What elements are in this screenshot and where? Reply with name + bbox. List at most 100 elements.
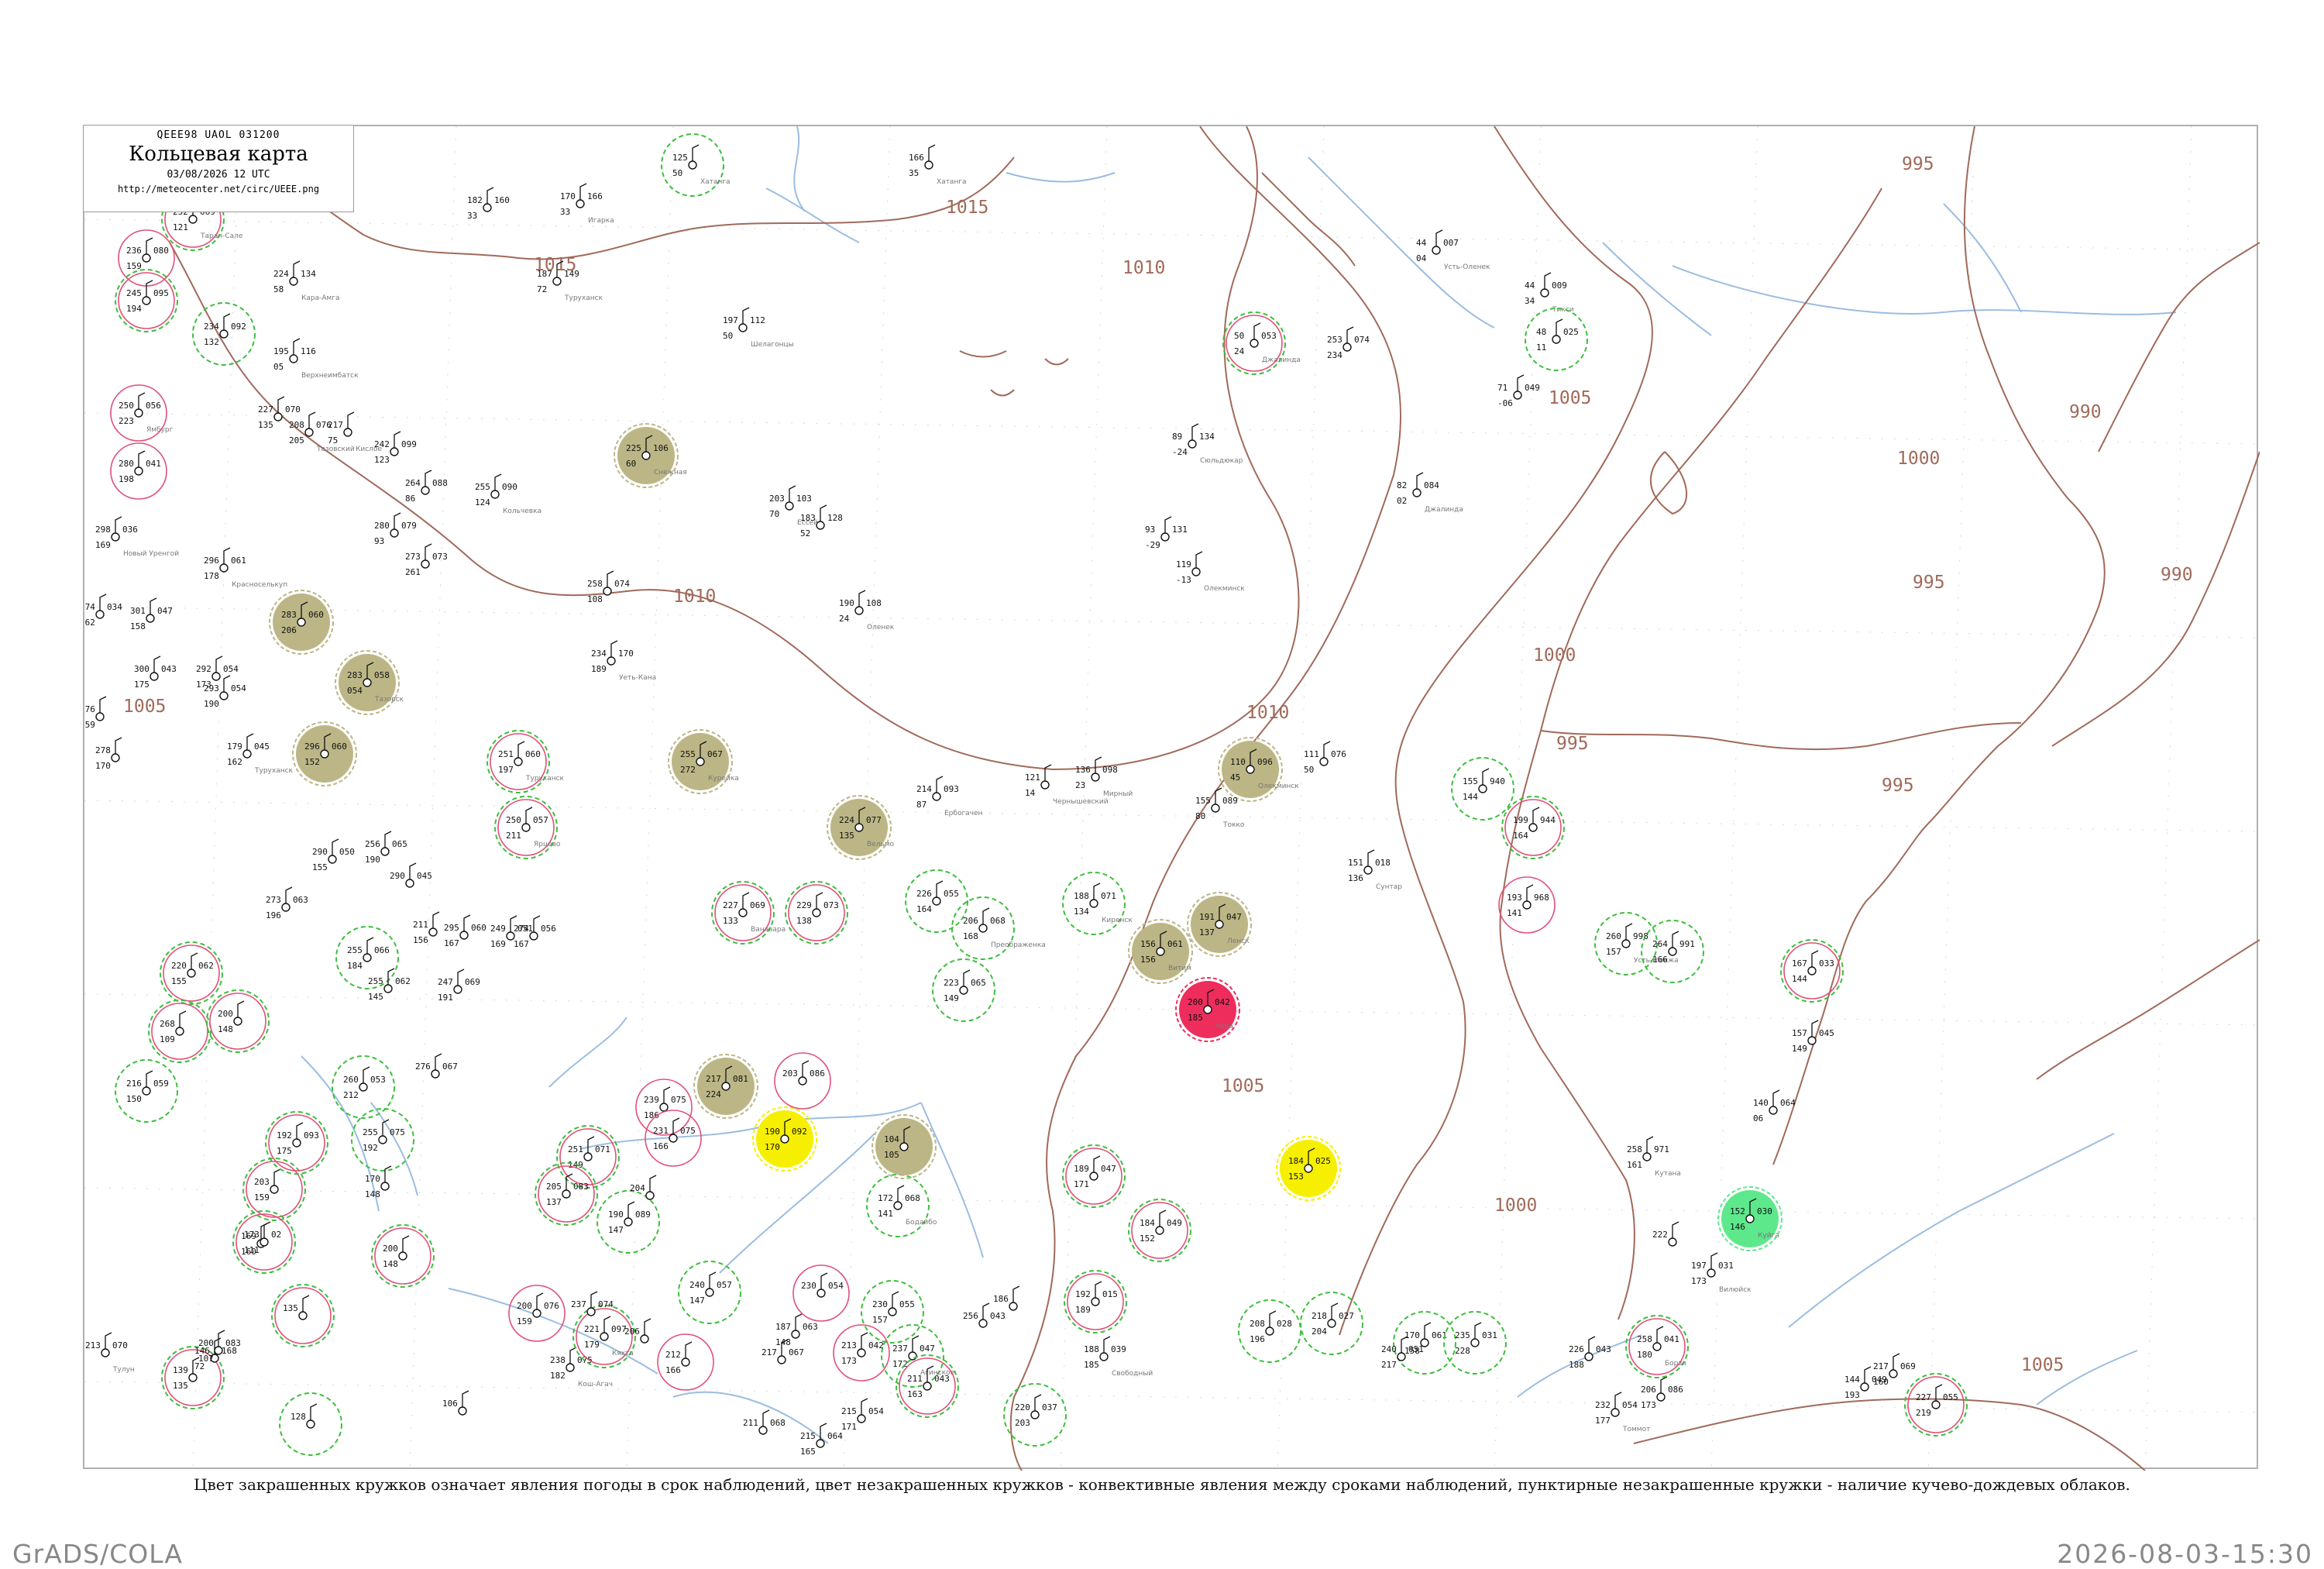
station-marker[interactable]: 229 073 138 xyxy=(785,881,848,944)
station-marker[interactable]: 240 057 147 xyxy=(678,1261,741,1324)
station-marker[interactable]: 253 074 234 xyxy=(1327,326,1370,360)
station-marker[interactable]: 197 112 50 Шелагонцы xyxy=(723,307,794,349)
station-marker[interactable]: 226 043 188 xyxy=(1569,1336,1611,1370)
station-marker[interactable]: 106 xyxy=(442,1390,469,1416)
station-marker[interactable]: 255 062 145 xyxy=(368,968,411,1002)
station-marker[interactable]: 183 128 52 xyxy=(800,504,843,538)
station-marker[interactable]: 144 049 193 xyxy=(1844,1366,1887,1400)
station-marker[interactable]: 156 061 156 Витим xyxy=(1128,919,1193,984)
station-marker[interactable]: 212 166 xyxy=(657,1333,714,1391)
station-marker[interactable]: 230 054 xyxy=(792,1264,850,1322)
station-marker[interactable]: 255 066 184 xyxy=(335,926,399,989)
station-marker[interactable]: 213 070 Тулун xyxy=(85,1332,135,1374)
station-marker[interactable]: 151 018 136 Сунтар xyxy=(1348,849,1402,891)
station-marker[interactable]: 172 068 141 Бодайбо xyxy=(866,1174,937,1237)
station-marker[interactable]: 214 093 87 Ербогачен xyxy=(916,776,983,817)
station-marker[interactable]: 255 090 124 Кольчевка xyxy=(475,473,541,515)
station-marker[interactable]: 184 049 152 xyxy=(1128,1199,1191,1262)
station-marker[interactable]: 234 092 132 xyxy=(192,302,256,366)
station-marker[interactable]: 218 027 204 xyxy=(1300,1292,1363,1355)
station-marker[interactable]: 190 092 170 xyxy=(752,1106,817,1172)
station-marker[interactable]: 213 042 173 xyxy=(833,1324,890,1381)
station-marker[interactable]: 157 045 149 xyxy=(1792,1020,1834,1054)
station-marker[interactable]: 264 991 166 xyxy=(1641,920,1704,983)
station-marker[interactable]: 290 050 155 xyxy=(312,838,355,872)
station-marker[interactable]: 290 045 xyxy=(390,862,432,888)
station-marker[interactable]: 227 055 219 xyxy=(1904,1373,1968,1437)
station-marker[interactable]: 44 007 04 Усть-Оленек xyxy=(1416,229,1490,271)
station-marker[interactable]: 217 081 224 xyxy=(693,1054,758,1119)
station-marker[interactable]: 190 108 24 Оленек xyxy=(839,590,895,631)
station-marker[interactable]: 234 170 189 Уеть-Кана xyxy=(591,640,656,682)
station-marker[interactable]: 211 068 xyxy=(743,1409,786,1435)
station-marker[interactable]: 274 034 262 xyxy=(84,594,122,628)
station-marker[interactable]: 192 015 189 xyxy=(1064,1270,1127,1333)
station-marker[interactable]: 211 156 xyxy=(413,911,440,945)
station-marker[interactable]: 186 xyxy=(993,1285,1020,1311)
station-marker[interactable]: 203 159 xyxy=(242,1158,306,1221)
station-marker[interactable]: 193 968 141 xyxy=(1498,876,1556,934)
station-marker[interactable]: 110 096 45 Олекминск xyxy=(1218,737,1299,802)
station-marker[interactable]: 258 971 161 Кутана xyxy=(1627,1136,1681,1178)
station-marker[interactable]: 50 053 24 Джалинда xyxy=(1222,311,1301,375)
station-marker[interactable]: 155 940 144 xyxy=(1451,757,1514,821)
station-marker[interactable]: 170 166 33 Игарка xyxy=(560,183,614,225)
station-marker[interactable]: 298 036 169 Новый Уренгой xyxy=(95,516,179,558)
station-marker[interactable]: 206 068 168 Преображенка xyxy=(951,896,1046,960)
station-marker[interactable]: 256 043 xyxy=(963,1302,1006,1328)
station-marker[interactable]: 208 028 196 xyxy=(1238,1299,1301,1363)
station-marker[interactable]: 221 097179Кяхта xyxy=(572,1305,636,1368)
station-marker[interactable]: 251 060 197 Туруханск xyxy=(486,730,565,793)
station-marker[interactable]: 280 041 198 xyxy=(110,442,167,500)
station-marker[interactable]: 128 xyxy=(279,1392,342,1456)
station-marker[interactable]: 173 02 111 xyxy=(232,1210,296,1274)
station-marker[interactable]: 280 079 93 xyxy=(374,512,417,546)
station-marker[interactable]: 206 086 173 xyxy=(1641,1376,1683,1410)
station-marker[interactable]: 296 060 152 xyxy=(292,721,357,786)
station-marker[interactable]: 258 041 180 Борзя xyxy=(1625,1315,1689,1378)
station-marker[interactable]: 89 134 -24 Сюльдюкар xyxy=(1172,423,1243,465)
station-marker[interactable]: 225 106 60 Снежная xyxy=(614,423,687,488)
station-marker[interactable]: 300 043 175 xyxy=(134,655,177,690)
station-marker[interactable]: 48 025 11 xyxy=(1525,308,1588,371)
station-marker[interactable]: 245 095 194 xyxy=(115,269,178,332)
station-marker[interactable]: 179 045 162 Туруханск xyxy=(227,733,294,775)
station-marker[interactable]: 295 060 167 xyxy=(444,914,486,948)
station-marker[interactable]: 192 093 175 xyxy=(265,1111,328,1175)
station-marker[interactable]: 227 069 133 Ванавара xyxy=(711,881,786,944)
station-marker[interactable]: 215 064 165 xyxy=(800,1423,843,1457)
station-marker[interactable]: 167 033 144 xyxy=(1780,939,1844,1003)
station-marker[interactable]: 205 083 137 xyxy=(535,1162,598,1226)
station-marker[interactable]: 268 109 xyxy=(148,1000,211,1063)
station-marker[interactable]: 135 xyxy=(271,1284,335,1347)
station-marker[interactable]: 200 083 107 xyxy=(198,1330,241,1364)
station-marker[interactable]: 184 025 153 xyxy=(1276,1136,1341,1201)
station-marker[interactable]: 242 099 123 xyxy=(374,431,417,465)
station-marker[interactable]: 200 148 xyxy=(371,1224,435,1288)
station-marker[interactable]: 104 105 xyxy=(871,1114,937,1179)
station-marker[interactable]: 230 055 157 xyxy=(861,1280,924,1344)
station-marker[interactable]: 237 074 xyxy=(571,1291,614,1316)
station-marker[interactable]: 203 086 xyxy=(774,1052,831,1110)
station-marker[interactable]: 200 042 185 Чара xyxy=(1175,977,1240,1042)
station-marker[interactable]: 276 067 xyxy=(415,1053,458,1079)
station-marker[interactable]: 166 35 Хатанга xyxy=(909,144,967,186)
station-marker[interactable]: 224 077 135 Вельмо xyxy=(827,795,895,860)
station-marker[interactable]: 260 053 212 xyxy=(332,1055,395,1119)
station-marker[interactable]: 216 059 150 xyxy=(115,1059,178,1123)
station-marker[interactable]: 188 071 134 Киренск xyxy=(1062,872,1133,935)
station-marker[interactable]: 247 069 191 xyxy=(438,969,480,1003)
station-marker[interactable]: 258 074 108 xyxy=(587,570,630,604)
station-marker[interactable]: 188 039 185 Свободный xyxy=(1084,1336,1153,1378)
station-marker[interactable]: 200 076 159 xyxy=(508,1285,566,1342)
station-marker[interactable]: 283 060 206 xyxy=(269,590,334,655)
station-marker[interactable]: 232 054 177 Томмот xyxy=(1595,1392,1650,1433)
station-marker[interactable]: 170 061158 xyxy=(1393,1311,1456,1375)
station-marker[interactable]: 190 089 147 xyxy=(596,1190,660,1254)
station-marker[interactable]: 276 159 xyxy=(84,696,107,730)
station-marker[interactable]: 44 009 34 Тикси xyxy=(1525,272,1574,314)
station-marker[interactable]: 125 50 Хатанга xyxy=(661,133,731,197)
station-marker[interactable]: 250 057 211 Ярцево xyxy=(494,796,561,859)
station-marker[interactable]: 278 170 xyxy=(95,737,122,771)
station-marker[interactable]: 301 047 158 xyxy=(130,597,173,631)
